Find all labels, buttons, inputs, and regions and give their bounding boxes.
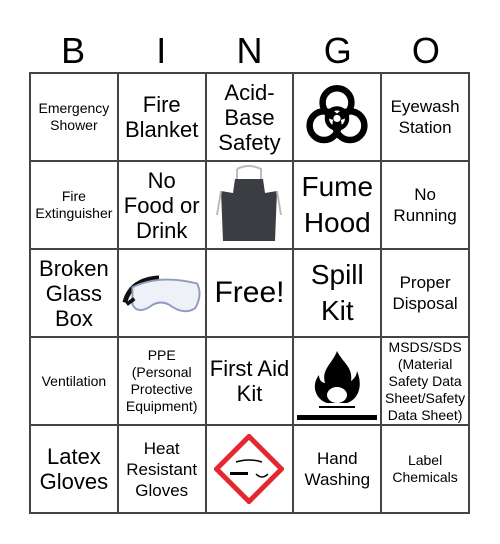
cell-text: PPE (Personal Protective Equipment)	[125, 347, 198, 414]
cell-text: Emergency Shower	[38, 100, 110, 133]
cell-text: Heat Resistant Gloves	[126, 438, 198, 500]
biohazard-icon	[306, 84, 368, 144]
cell-text: Free!	[214, 276, 285, 309]
bingo-cell[interactable]: First Aid Kit	[205, 337, 294, 425]
bingo-cell[interactable]: Free!	[205, 249, 294, 337]
cell-text: Eyewash Station	[390, 97, 460, 137]
cell-text: Hand Washing	[304, 449, 371, 489]
apron-icon	[216, 165, 283, 241]
bingo-cell[interactable]: MSDS/SDS (Material Safety Data Sheet/Saf…	[381, 337, 469, 425]
bingo-cell[interactable]: Acid-Base Safety	[205, 73, 294, 161]
header-letter: N	[236, 30, 263, 71]
cell-text: No Running	[393, 185, 457, 225]
header-letter: B	[61, 30, 86, 71]
bingo-cell[interactable]: Heat Resistant Gloves	[117, 425, 206, 513]
goggles-icon	[122, 275, 201, 313]
bingo-cell[interactable]: Hand Washing	[293, 425, 382, 513]
bingo-cell[interactable]: Fire Blanket	[117, 73, 206, 161]
cell-text: MSDS/SDS (Material Safety Data Sheet/Saf…	[385, 338, 466, 423]
bingo-cell[interactable]: Spill Kit	[293, 249, 382, 337]
cell-text: Label Chemicals	[392, 452, 458, 485]
cell-text: First Aid Kit	[209, 356, 290, 406]
bingo-cell[interactable]: Proper Disposal	[381, 249, 469, 337]
bingo-header: B I N G O	[29, 30, 470, 72]
bingo-cell[interactable]	[117, 249, 206, 337]
bingo-cell[interactable]	[205, 161, 294, 249]
bingo-cell[interactable]	[293, 337, 382, 425]
cell-text: Fire Blanket	[125, 92, 199, 142]
bingo-cell[interactable]: Fume Hood	[293, 161, 382, 249]
bingo-cell[interactable]: Broken Glass Box	[30, 249, 118, 337]
bingo-cell[interactable]: Ventilation	[30, 337, 118, 425]
bingo-cell[interactable]	[205, 425, 294, 513]
corrosive-icon	[214, 434, 285, 504]
header-letter: I	[156, 30, 167, 71]
cell-text: Spill Kit	[310, 259, 364, 326]
cell-text: No Food or Drink	[123, 167, 200, 243]
cell-text: Broken Glass Box	[39, 255, 109, 331]
bingo-cell[interactable]: No Running	[381, 161, 469, 249]
cell-text: Proper Disposal	[392, 273, 458, 313]
bingo-cell[interactable]: PPE (Personal Protective Equipment)	[117, 337, 206, 425]
cell-text: Ventilation	[41, 372, 107, 389]
bingo-cell[interactable]: Label Chemicals	[381, 425, 469, 513]
flammable-icon	[297, 351, 378, 420]
header-letter: G	[323, 30, 352, 71]
bingo-cell[interactable]: No Food or Drink	[117, 161, 206, 249]
bingo-grid: Emergency Shower Fire Blanket Acid-Base Sa…	[29, 72, 470, 514]
header-letter: O	[411, 30, 440, 71]
cell-text: Latex Gloves	[39, 444, 109, 494]
cell-text: Acid-Base Safety	[218, 79, 281, 155]
bingo-cell[interactable]: Eyewash Station	[381, 73, 469, 161]
cell-text: Fume Hood	[301, 171, 374, 238]
bingo-cell[interactable]	[293, 73, 382, 161]
bingo-cell[interactable]: Emergency Shower	[30, 73, 118, 161]
bingo-cell[interactable]: Fire Extinguisher	[30, 161, 118, 249]
bingo-cell[interactable]: Latex Gloves	[30, 425, 118, 513]
cell-text: Fire Extinguisher	[35, 188, 113, 221]
